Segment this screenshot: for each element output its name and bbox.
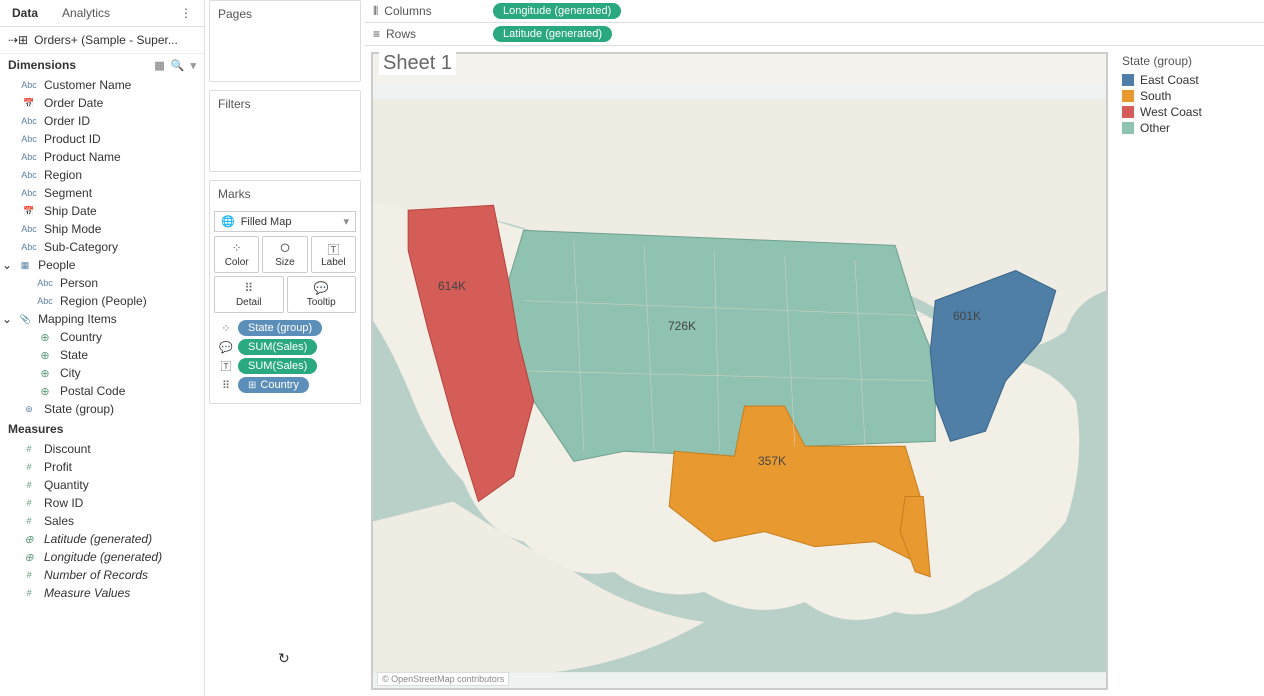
field-state[interactable]: ⊕State (0, 346, 204, 364)
mark-btn-label[interactable]: 🅃Label (311, 236, 356, 273)
field-state-group[interactable]: ⊚ State (group) (0, 400, 204, 418)
tooltip-icon: 💬 (218, 341, 234, 354)
field-ship-mode[interactable]: AbcShip Mode (0, 220, 204, 238)
legend-item-south[interactable]: South (1122, 88, 1256, 104)
label-icon: 🅃 (327, 241, 339, 255)
legend-swatch (1122, 122, 1134, 134)
columns-icon: ⦀ (373, 4, 378, 19)
mark-btn-tooltip[interactable]: 💬Tooltip (287, 276, 357, 313)
map-attribution: © OpenStreetMap contributors (377, 672, 509, 686)
tab-analytics[interactable]: Analytics⋮ (50, 0, 204, 26)
field-postal-code[interactable]: ⊕Postal Code (0, 382, 204, 400)
clip-icon: 📎 (16, 314, 34, 325)
data-panel: Data Analytics⋮ ⇢⊞ Orders+ (Sample - Sup… (0, 0, 205, 696)
field-number-of-records[interactable]: #Number of Records (0, 566, 204, 584)
detail-icon: ⠿ (218, 379, 234, 392)
mark-btn-detail[interactable]: ⠿Detail (214, 276, 284, 313)
datasource-icon: ⇢⊞ (8, 33, 28, 47)
collapse-icon: ⌄ (2, 312, 12, 326)
detail-icon: ⠿ (244, 281, 253, 295)
folder-icon: ▦ (16, 260, 34, 271)
rows-shelf[interactable]: ≡Rows Latitude (generated) (365, 23, 1264, 46)
field-city[interactable]: ⊕City (0, 364, 204, 382)
mark-pill-country[interactable]: ⊞Country (238, 377, 309, 393)
legend-swatch (1122, 90, 1134, 102)
field-measure-values[interactable]: #Measure Values (0, 584, 204, 602)
field-profit[interactable]: #Profit (0, 458, 204, 476)
field-ship-date[interactable]: 📅Ship Date (0, 202, 204, 220)
field-order-id[interactable]: AbcOrder ID (0, 112, 204, 130)
columns-shelf[interactable]: ⦀Columns Longitude (generated) (365, 0, 1264, 23)
marks-card: Marks 🌐 Filled Map ▾ ⁘Color⭘Size🅃Label ⠿… (209, 180, 361, 404)
color-legend[interactable]: State (group) East CoastSouthWest CoastO… (1114, 46, 1264, 696)
label-other: 726K (668, 319, 696, 333)
field-region-people-[interactable]: AbcRegion (People) (0, 292, 204, 310)
legend-swatch (1122, 106, 1134, 118)
field-segment[interactable]: AbcSegment (0, 184, 204, 202)
filters-card[interactable]: Filters (209, 90, 361, 172)
field-longitude-generated-[interactable]: ⊕Longitude (generated) (0, 548, 204, 566)
collapse-icon: ⌄ (2, 258, 12, 272)
fields-menu-icon[interactable]: ▾ (190, 59, 196, 72)
label-west-coast: 614K (438, 279, 466, 293)
search-fields-icon[interactable]: 🔍 (171, 59, 185, 72)
field-order-date[interactable]: 📅Order Date (0, 94, 204, 112)
shelves-panel: Pages Filters Marks 🌐 Filled Map ▾ ⁘Colo… (205, 0, 365, 696)
folder-people[interactable]: ⌄ ▦ People (0, 256, 204, 274)
mark-pill-sum-sales-[interactable]: SUM(Sales) (238, 358, 317, 374)
legend-swatch (1122, 74, 1134, 86)
datasource-label: Orders+ (Sample - Super... (34, 33, 178, 47)
cursor-icon: ↻ (278, 650, 290, 667)
dimensions-list: AbcCustomer Name📅Order DateAbcOrder IDAb… (0, 76, 204, 256)
dimensions-header: Dimensions (8, 58, 76, 72)
group-icon: ⊚ (20, 404, 38, 415)
field-person[interactable]: AbcPerson (0, 274, 204, 292)
label-south: 357K (758, 454, 786, 468)
field-product-name[interactable]: AbcProduct Name (0, 148, 204, 166)
legend-item-east-coast[interactable]: East Coast (1122, 72, 1256, 88)
rows-icon: ≡ (373, 27, 380, 41)
legend-item-west-coast[interactable]: West Coast (1122, 104, 1256, 120)
field-product-id[interactable]: AbcProduct ID (0, 130, 204, 148)
legend-title: State (group) (1122, 54, 1256, 68)
size-icon: ⭘ (280, 241, 290, 255)
filled-map-icon: 🌐 (221, 215, 235, 228)
sheet-title[interactable]: Sheet 1 (379, 52, 456, 75)
map-svg (373, 84, 1106, 688)
chevron-down-icon: ▾ (343, 215, 349, 228)
datasource-row[interactable]: ⇢⊞ Orders+ (Sample - Super... (0, 27, 204, 54)
mark-pill-state-group-[interactable]: State (group) (238, 320, 322, 336)
field-sub-category[interactable]: AbcSub-Category (0, 238, 204, 256)
region-other (509, 230, 936, 461)
mark-btn-color[interactable]: ⁘Color (214, 236, 259, 273)
mark-pill-sum-sales-[interactable]: SUM(Sales) (238, 339, 317, 355)
view-area: ⦀Columns Longitude (generated) ≡Rows Lat… (365, 0, 1264, 696)
label-east-coast: 601K (953, 309, 981, 323)
color-icon: ⁘ (218, 322, 234, 335)
legend-item-other[interactable]: Other (1122, 120, 1256, 136)
label-icon: 🅃 (218, 358, 234, 374)
tab-menu-icon[interactable]: ⋮ (180, 6, 192, 20)
field-customer-name[interactable]: AbcCustomer Name (0, 76, 204, 94)
field-quantity[interactable]: #Quantity (0, 476, 204, 494)
field-discount[interactable]: #Discount (0, 440, 204, 458)
field-row-id[interactable]: #Row ID (0, 494, 204, 512)
mark-btn-size[interactable]: ⭘Size (262, 236, 307, 273)
folder-mapping[interactable]: ⌄ 📎 Mapping Items (0, 310, 204, 328)
tooltip-icon: 💬 (314, 281, 329, 295)
field-sales[interactable]: #Sales (0, 512, 204, 530)
field-region[interactable]: AbcRegion (0, 166, 204, 184)
field-latitude-generated-[interactable]: ⊕Latitude (generated) (0, 530, 204, 548)
tab-data[interactable]: Data (0, 0, 50, 26)
color-icon: ⁘ (232, 241, 242, 255)
columns-pill[interactable]: Longitude (generated) (493, 3, 621, 19)
map-viz[interactable]: Sheet 1 (371, 52, 1108, 690)
rows-pill[interactable]: Latitude (generated) (493, 26, 612, 42)
measures-header: Measures (8, 422, 63, 436)
pages-card[interactable]: Pages (209, 0, 361, 82)
field-country[interactable]: ⊕Country (0, 328, 204, 346)
mark-type-dropdown[interactable]: 🌐 Filled Map ▾ (214, 211, 356, 232)
view-fields-icon[interactable]: ▦ (154, 59, 164, 72)
